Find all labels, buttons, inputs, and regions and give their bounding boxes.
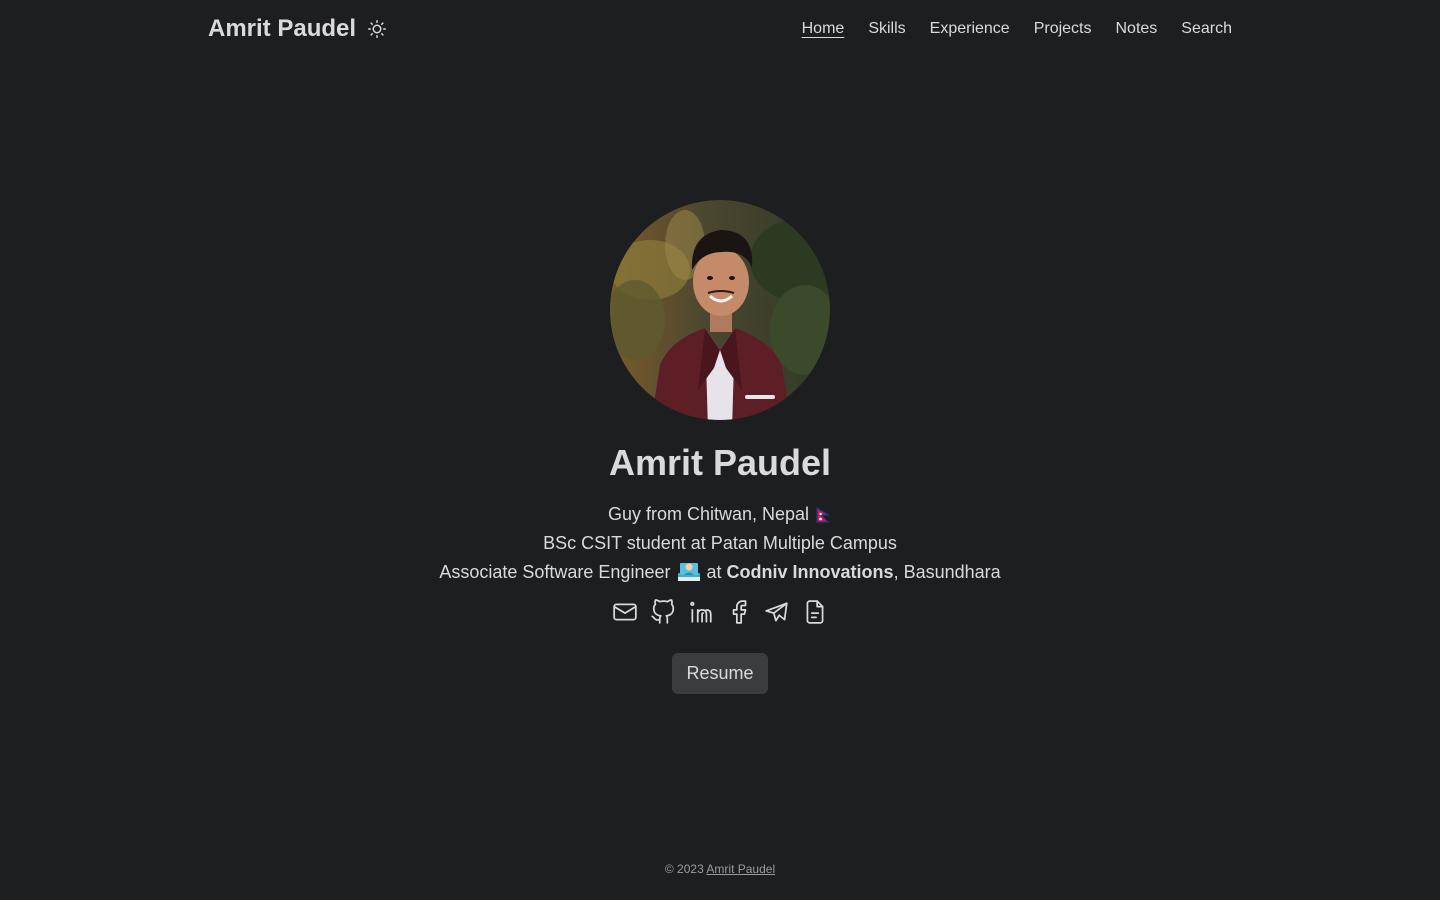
telegram-icon — [765, 602, 788, 622]
social-links — [606, 599, 834, 625]
bio-role: Associate Software Engineer — [439, 562, 671, 582]
sun-icon — [368, 20, 387, 38]
nav-skills[interactable]: Skills — [868, 20, 905, 38]
bio-at: at — [706, 562, 722, 582]
github-icon — [651, 599, 675, 624]
copyright-text: © 2023 — [664, 862, 704, 876]
bio-location-text: Guy from Chitwan, Nepal — [607, 504, 810, 524]
bio-line-location: Guy from Chitwan, Nepal — [439, 500, 1000, 529]
technologist-icon — [677, 563, 700, 581]
nepal-flag-icon — [816, 507, 831, 523]
facebook-link[interactable] — [726, 599, 752, 625]
footer-author-link[interactable]: Amrit Paudel — [706, 862, 775, 876]
nav-experience[interactable]: Experience — [930, 20, 1010, 38]
theme-toggle-button[interactable] — [366, 18, 388, 40]
linkedin-link[interactable] — [688, 599, 714, 625]
resume-doc-link[interactable] — [802, 599, 828, 625]
nav-search[interactable]: Search — [1181, 20, 1232, 38]
nav-notes[interactable]: Notes — [1116, 20, 1158, 38]
profile-hero: Amrit Paudel Guy from Chitwan, Nepal BSc… — [0, 200, 1440, 694]
document-icon — [806, 600, 824, 624]
bio: Guy from Chitwan, Nepal BSc CSIT student… — [439, 500, 1000, 587]
nav-home[interactable]: Home — [802, 20, 845, 38]
bio-line-education: BSc CSIT student at Patan Multiple Campu… — [543, 533, 897, 553]
bio-location-suffix: , Basundhara — [893, 562, 1001, 582]
telegram-link[interactable] — [764, 599, 790, 625]
site-header: Amrit Paudel Home Skills Experience Proj… — [208, 0, 1232, 58]
email-link[interactable] — [612, 599, 638, 625]
mail-icon — [613, 603, 637, 621]
site-footer: © 2023 Amrit Paudel — [0, 862, 1440, 876]
page: Amrit Paudel Home Skills Experience Proj… — [0, 0, 1440, 900]
brand-link[interactable]: Amrit Paudel — [208, 15, 356, 43]
brand: Amrit Paudel — [208, 15, 388, 43]
bio-line-work: Associate Software Engineer at Codniv In… — [439, 558, 1000, 587]
bio-company: Codniv Innovations — [726, 562, 894, 582]
nav-projects[interactable]: Projects — [1034, 20, 1092, 38]
main-nav: Home Skills Experience Projects Notes Se… — [778, 20, 1232, 38]
facebook-icon — [732, 600, 747, 624]
avatar — [610, 200, 830, 420]
linkedin-icon — [690, 601, 712, 623]
github-link[interactable] — [650, 599, 676, 625]
profile-name: Amrit Paudel — [608, 442, 832, 483]
resume-button[interactable]: Resume — [672, 653, 768, 694]
